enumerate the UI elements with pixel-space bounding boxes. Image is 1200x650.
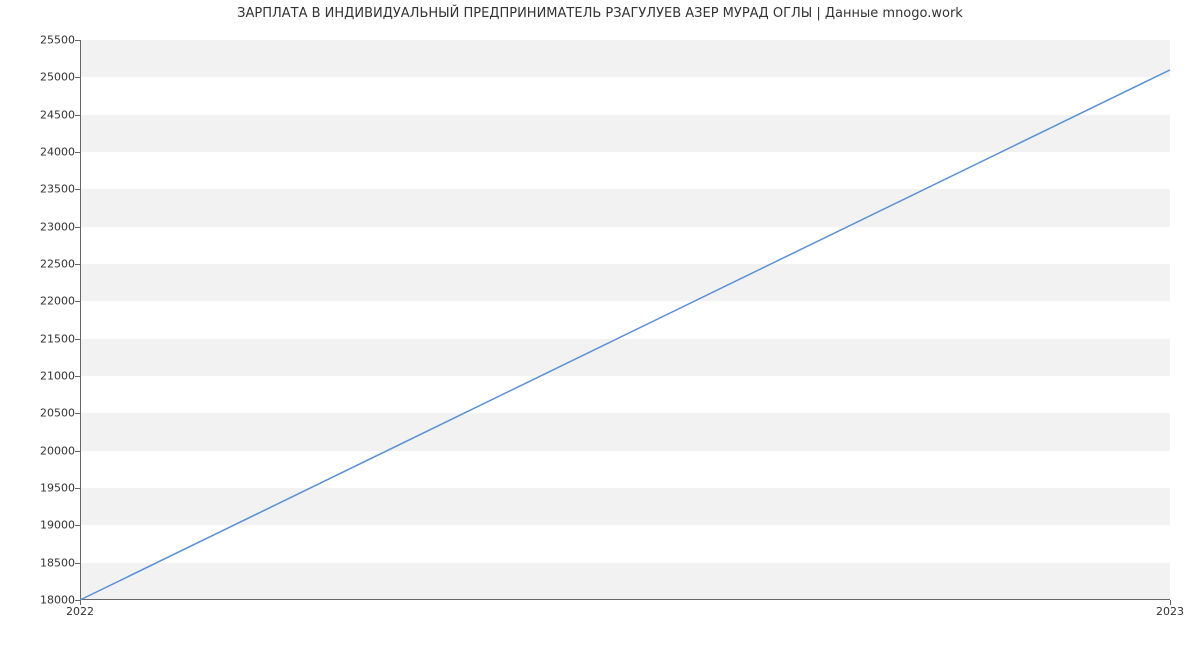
x-tick-label: 2022: [66, 605, 94, 618]
y-tick-mark: [75, 77, 80, 78]
y-tick-mark: [75, 301, 80, 302]
y-tick-mark: [75, 563, 80, 564]
y-tick-mark: [75, 115, 80, 116]
y-tick-label: 22000: [30, 295, 75, 308]
y-tick-label: 23500: [30, 183, 75, 196]
chart-title: ЗАРПЛАТА В ИНДИВИДУАЛЬНЫЙ ПРЕДПРИНИМАТЕЛ…: [0, 6, 1200, 21]
y-tick-label: 20000: [30, 444, 75, 457]
y-tick-label: 19500: [30, 482, 75, 495]
y-tick-label: 18500: [30, 556, 75, 569]
y-tick-mark: [75, 451, 80, 452]
line-layer: [80, 40, 1170, 600]
y-tick-mark: [75, 189, 80, 190]
y-tick-label: 25500: [30, 34, 75, 47]
chart-container: ЗАРПЛАТА В ИНДИВИДУАЛЬНЫЙ ПРЕДПРИНИМАТЕЛ…: [0, 0, 1200, 650]
y-tick-mark: [75, 413, 80, 414]
data-line: [80, 70, 1170, 600]
y-tick-mark: [75, 525, 80, 526]
y-tick-mark: [75, 227, 80, 228]
y-tick-label: 24000: [30, 146, 75, 159]
y-tick-label: 19000: [30, 519, 75, 532]
x-tick-label: 2023: [1156, 605, 1184, 618]
y-tick-label: 22500: [30, 258, 75, 271]
y-tick-mark: [75, 488, 80, 489]
y-tick-label: 21000: [30, 370, 75, 383]
y-tick-label: 20500: [30, 407, 75, 420]
y-tick-label: 24500: [30, 108, 75, 121]
y-tick-label: 25000: [30, 71, 75, 84]
y-tick-label: 23000: [30, 220, 75, 233]
y-tick-mark: [75, 152, 80, 153]
y-tick-mark: [75, 40, 80, 41]
y-tick-mark: [75, 264, 80, 265]
y-tick-mark: [75, 339, 80, 340]
y-tick-label: 21500: [30, 332, 75, 345]
plot-area: [80, 40, 1170, 600]
y-tick-mark: [75, 376, 80, 377]
